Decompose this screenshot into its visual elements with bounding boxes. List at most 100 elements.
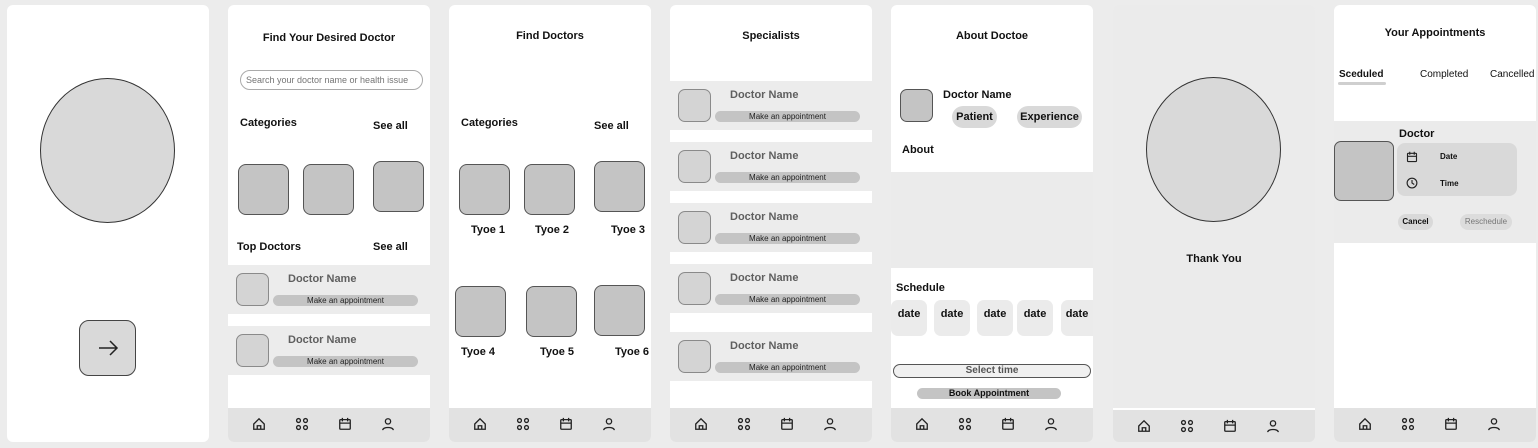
appointment-button[interactable]: Make an appointment [273, 295, 418, 306]
home-icon[interactable] [693, 416, 709, 432]
doctor-card[interactable]: Doctor Name Make an appointment [670, 81, 872, 130]
doctor-avatar [900, 89, 933, 122]
tab-cancelled[interactable]: Cancelled [1490, 69, 1534, 80]
tab-scheduled[interactable]: Sceduled [1339, 69, 1383, 80]
calendar-icon[interactable] [558, 416, 574, 432]
date-option[interactable]: date [1017, 300, 1053, 336]
top-doctors-see-all[interactable]: See all [373, 241, 408, 253]
search-input[interactable] [240, 70, 423, 90]
category-tile[interactable] [373, 161, 424, 212]
bottom-nav [1113, 408, 1315, 442]
type-label: Tyoe 2 [535, 224, 570, 236]
doctor-name: Doctor Name [730, 211, 799, 223]
type-tile[interactable] [524, 164, 575, 215]
category-tile[interactable] [303, 164, 354, 215]
bottom-nav [891, 408, 1093, 442]
bottom-nav [1334, 408, 1536, 442]
grid-icon[interactable] [1179, 418, 1195, 434]
doctor-name: Doctor Name [288, 334, 357, 346]
grid-icon[interactable] [736, 416, 752, 432]
doctor-avatar [236, 334, 269, 367]
doctor-avatar [678, 89, 711, 122]
doctor-card[interactable]: Doctor Name Make an appointment [670, 264, 872, 313]
schedule-label: Schedule [896, 282, 945, 294]
home-icon[interactable] [1357, 416, 1373, 432]
type-label: Tyoe 1 [471, 224, 506, 236]
type-tile[interactable] [459, 164, 510, 215]
screen-search: Find Your Desired Doctor Categories See … [228, 5, 430, 442]
cancel-button[interactable]: Cancel [1398, 214, 1433, 230]
next-button[interactable] [79, 320, 136, 376]
doctor-avatar [236, 273, 269, 306]
appointment-button[interactable]: Make an appointment [715, 111, 860, 122]
doctor-name: Doctor Name [943, 89, 1012, 101]
doctor-card[interactable]: Doctor Name Make an appointment [670, 332, 872, 381]
about-text-area [891, 172, 1093, 268]
calendar-icon[interactable] [779, 416, 795, 432]
home-icon[interactable] [472, 416, 488, 432]
grid-icon[interactable] [294, 416, 310, 432]
profile-icon[interactable] [1265, 418, 1281, 434]
experience-badge: Experience [1017, 106, 1082, 128]
appointment-card: Doctor Date Time Cancel Reschedule [1334, 121, 1536, 243]
grid-icon[interactable] [515, 416, 531, 432]
reschedule-button[interactable]: Reschedule [1460, 214, 1512, 230]
categories-label: Categories [240, 117, 297, 129]
thank-you-image [1146, 77, 1281, 222]
book-appointment-button[interactable]: Book Appointment [917, 388, 1061, 399]
grid-icon[interactable] [1400, 416, 1416, 432]
type-tile[interactable] [526, 286, 577, 337]
bottom-nav [670, 408, 872, 442]
select-time-dropdown[interactable]: Select time [893, 364, 1091, 378]
doctor-card[interactable]: Doctor Name Make an appointment [228, 265, 430, 314]
bottom-nav [449, 408, 651, 442]
doctor-name: Doctor Name [730, 89, 799, 101]
page-title: Find Doctors [516, 30, 584, 42]
doctor-avatar [678, 150, 711, 183]
appointment-button[interactable]: Make an appointment [273, 356, 418, 367]
type-tile[interactable] [594, 161, 645, 212]
categories-see-all[interactable]: See all [594, 120, 629, 132]
home-icon[interactable] [1136, 418, 1152, 434]
screen-appointments: Your Appointments Sceduled Completed Can… [1334, 5, 1536, 442]
category-tile[interactable] [238, 164, 289, 215]
page-title: About Doctoe [955, 30, 1029, 42]
appointment-button[interactable]: Make an appointment [715, 172, 860, 183]
doctor-label: Doctor [1399, 128, 1435, 140]
date-option[interactable]: date [934, 300, 970, 336]
doctor-name: Doctor Name [730, 340, 799, 352]
home-icon[interactable] [251, 416, 267, 432]
calendar-icon[interactable] [1222, 418, 1238, 434]
grid-icon[interactable] [957, 416, 973, 432]
profile-icon[interactable] [1043, 416, 1059, 432]
type-tile[interactable] [594, 285, 645, 336]
tab-completed[interactable]: Completed [1420, 69, 1468, 80]
date-option[interactable]: date [891, 300, 927, 336]
doctor-card[interactable]: Doctor Name Make an appointment [670, 142, 872, 191]
profile-icon[interactable] [1486, 416, 1502, 432]
categories-see-all[interactable]: See all [373, 120, 408, 132]
profile-icon[interactable] [601, 416, 617, 432]
home-icon[interactable] [914, 416, 930, 432]
doctor-card[interactable]: Doctor Name Make an appointment [670, 203, 872, 252]
calendar-icon[interactable] [1443, 416, 1459, 432]
doctor-name: Doctor Name [730, 272, 799, 284]
appointment-button[interactable]: Make an appointment [715, 294, 860, 305]
date-option[interactable]: date [1061, 300, 1093, 336]
calendar-icon[interactable] [1000, 416, 1016, 432]
doctor-avatar [678, 272, 711, 305]
type-label: Tyoe 3 [611, 224, 646, 236]
profile-icon[interactable] [380, 416, 396, 432]
appointment-button[interactable]: Make an appointment [715, 233, 860, 244]
type-tile[interactable] [455, 286, 506, 337]
time-value: Time [1440, 179, 1459, 188]
calendar-icon[interactable] [337, 416, 353, 432]
doctor-card[interactable]: Doctor Name Make an appointment [228, 326, 430, 375]
profile-icon[interactable] [822, 416, 838, 432]
date-option[interactable]: date [977, 300, 1013, 336]
appointment-button[interactable]: Make an appointment [715, 362, 860, 373]
bottom-nav [228, 408, 430, 442]
thank-you-message: Thank You [1186, 253, 1242, 265]
patient-badge: Patient [952, 106, 997, 128]
arrow-right-icon [98, 340, 118, 356]
